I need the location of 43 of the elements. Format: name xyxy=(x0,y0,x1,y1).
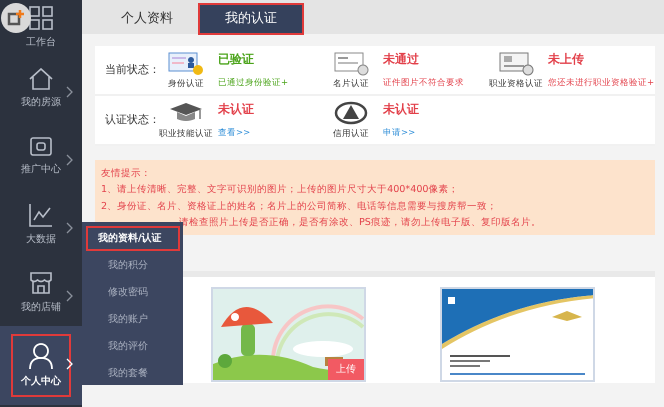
sidebar-item[interactable]: 我的房源 xyxy=(0,54,82,122)
verification-type: 身份认证 xyxy=(168,78,204,90)
verification-status: 未认证 xyxy=(218,100,254,118)
sidebar-item[interactable]: 大数据 xyxy=(0,190,82,258)
sidebar-item[interactable]: 个人中心 xyxy=(0,326,82,405)
grid-icon xyxy=(28,4,54,30)
verification-status: 未上传 xyxy=(548,50,585,68)
status-label: 当前状态： xyxy=(105,62,160,78)
shop-icon xyxy=(28,270,54,296)
person-icon xyxy=(28,342,54,370)
submenu-item[interactable]: 我的账户 xyxy=(94,309,178,330)
certificate-icon xyxy=(497,50,535,76)
status-note: 证件图片不符合要求 xyxy=(383,76,464,90)
status-label: 认证状态： xyxy=(105,112,160,128)
verification-status: 已验证 xyxy=(218,50,255,68)
sidebar-item[interactable]: 推广中心 xyxy=(0,122,82,190)
card-icon xyxy=(332,50,370,76)
verification-type: 信用认证 xyxy=(333,128,369,140)
verification-type: 名片认证 xyxy=(333,78,369,90)
submenu-item[interactable]: 我的评价 xyxy=(94,336,178,357)
verification-type: 职业技能认证 xyxy=(159,128,213,140)
verification-status: 未认证 xyxy=(383,100,419,118)
verification-type: 职业资格认证 xyxy=(489,78,543,90)
tip-line: 1、请上传清晰、完整、文字可识别的图片；上传的图片尺寸大于400*400像素； xyxy=(101,183,460,198)
submenu-item[interactable]: 修改密码 xyxy=(94,282,178,303)
submenu-item[interactable]: 我的积分 xyxy=(94,255,178,276)
house-icon xyxy=(28,66,54,90)
id-card-icon xyxy=(167,50,205,76)
tab[interactable]: 我的认证 xyxy=(199,4,303,34)
triangle-logo-icon xyxy=(332,100,370,126)
verification-status: 未通过 xyxy=(383,50,420,68)
status-link[interactable]: 申请>> xyxy=(383,126,419,140)
status-note: 已通过身份验证+ xyxy=(218,76,288,90)
monitor-icon xyxy=(29,136,53,158)
tips-title: 友情提示： xyxy=(101,167,152,181)
status-note: 您还未进行职业资格验证+ xyxy=(548,76,654,90)
line-chart-icon xyxy=(28,202,54,228)
tip-line: 2、身份证、名片、资格证上的姓名；名片上的公司简称、电话等信息需要与搜房帮一致； xyxy=(101,200,498,214)
sidebar-item[interactable]: 我的店铺 xyxy=(0,258,82,326)
submenu-item[interactable]: 我的资料/认证 xyxy=(88,228,178,249)
submenu-item[interactable]: 我的套餐 xyxy=(94,363,178,384)
sidebar-item[interactable]: 工作台 xyxy=(0,0,82,54)
status-link[interactable]: 查看>> xyxy=(218,126,254,140)
